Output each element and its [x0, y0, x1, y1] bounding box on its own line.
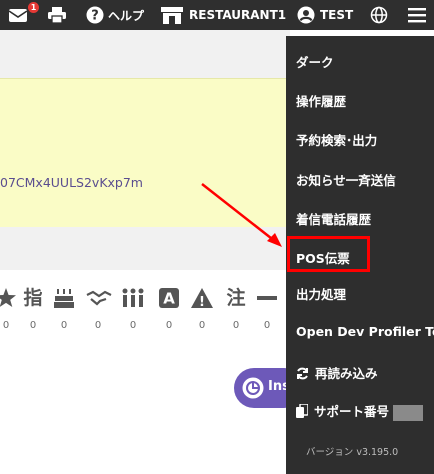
shitei-count: 0 [29, 320, 37, 331]
svg-text:?: ? [91, 9, 99, 24]
top-bar: 1 ? ヘルプ RESTAURANT1 TEST [0, 0, 434, 30]
highlight-box [287, 236, 370, 272]
printer-icon [48, 7, 66, 23]
content-header-band [0, 30, 290, 78]
star-icon[interactable] [0, 286, 18, 315]
copy-icon [296, 403, 309, 421]
dash-icon[interactable] [255, 286, 279, 315]
shitei-icon[interactable]: 指 [21, 286, 45, 310]
svg-text:!: ! [199, 295, 205, 309]
hamburger-menu-button[interactable] [408, 0, 426, 30]
restaurant-selector[interactable]: RESTAURANT1 [161, 0, 286, 30]
chu-icon[interactable]: 注 [224, 286, 248, 310]
support-number-label: サポート番号 [314, 404, 390, 419]
mail-button[interactable]: 1 [8, 0, 39, 30]
menu-item-dark[interactable]: ダーク [296, 52, 334, 71]
handshake-count: 0 [94, 320, 102, 331]
version-text: バージョン v3.195.0 [306, 447, 399, 458]
menu-item-call-history[interactable]: 着信電話履歴 [296, 209, 371, 228]
mail-icon [8, 7, 28, 23]
group-icon[interactable] [121, 286, 145, 315]
restaurant-label: RESTAURANT1 [189, 8, 287, 22]
warning-count: 0 [198, 320, 206, 331]
handshake-icon[interactable] [86, 286, 112, 315]
language-button[interactable] [370, 0, 388, 30]
question-circle-icon: ? [86, 6, 104, 24]
help-button[interactable]: ? ヘルプ [86, 0, 144, 30]
group-count: 0 [129, 320, 137, 331]
pie-chart-icon [242, 377, 264, 399]
menu-item-output-processing[interactable]: 出力処理 [296, 284, 346, 303]
dash-count: 0 [263, 320, 271, 331]
warning-icon[interactable]: ! [190, 286, 214, 315]
cake-count: 0 [60, 320, 68, 331]
letter-a-count: 0 [165, 320, 173, 331]
letter-a-icon[interactable]: A [157, 286, 181, 315]
user-circle-icon [297, 6, 315, 24]
redacted-value [393, 404, 424, 421]
menu-item-operation-history[interactable]: 操作履歴 [296, 91, 346, 110]
menu-item-reload[interactable]: 再読み込み [296, 363, 378, 383]
status-icon-row: 0 指 0 0 0 0 A 0 ! 0 注 0 0 [0, 286, 290, 336]
store-icon [161, 6, 183, 24]
print-button[interactable] [48, 0, 66, 30]
menu-item-support-number[interactable]: サポート番号 [296, 401, 424, 421]
reload-label: 再読み込み [315, 366, 378, 381]
menu-item-bulk-notification[interactable]: お知らせ一斉送信 [296, 170, 396, 189]
token-text: 07CMx4UULS2vKxp7m [0, 175, 143, 190]
star-count: 0 [2, 320, 10, 331]
user-label: TEST [320, 8, 354, 22]
notification-badge: 1 [28, 2, 39, 13]
menu-item-reservation-search[interactable]: 予約検索･出力 [296, 130, 377, 149]
chu-count: 0 [232, 320, 240, 331]
annotation-arrow [201, 183, 282, 247]
user-menu[interactable]: TEST [297, 0, 353, 30]
globe-icon [370, 6, 388, 24]
birthday-cake-icon[interactable] [52, 286, 76, 315]
menu-item-dev-profiler[interactable]: Open Dev Profiler Tool [296, 324, 434, 339]
hamburger-icon [408, 7, 426, 23]
reload-icon [296, 367, 309, 383]
help-label: ヘルプ [108, 8, 145, 23]
svg-text:A: A [163, 290, 175, 308]
